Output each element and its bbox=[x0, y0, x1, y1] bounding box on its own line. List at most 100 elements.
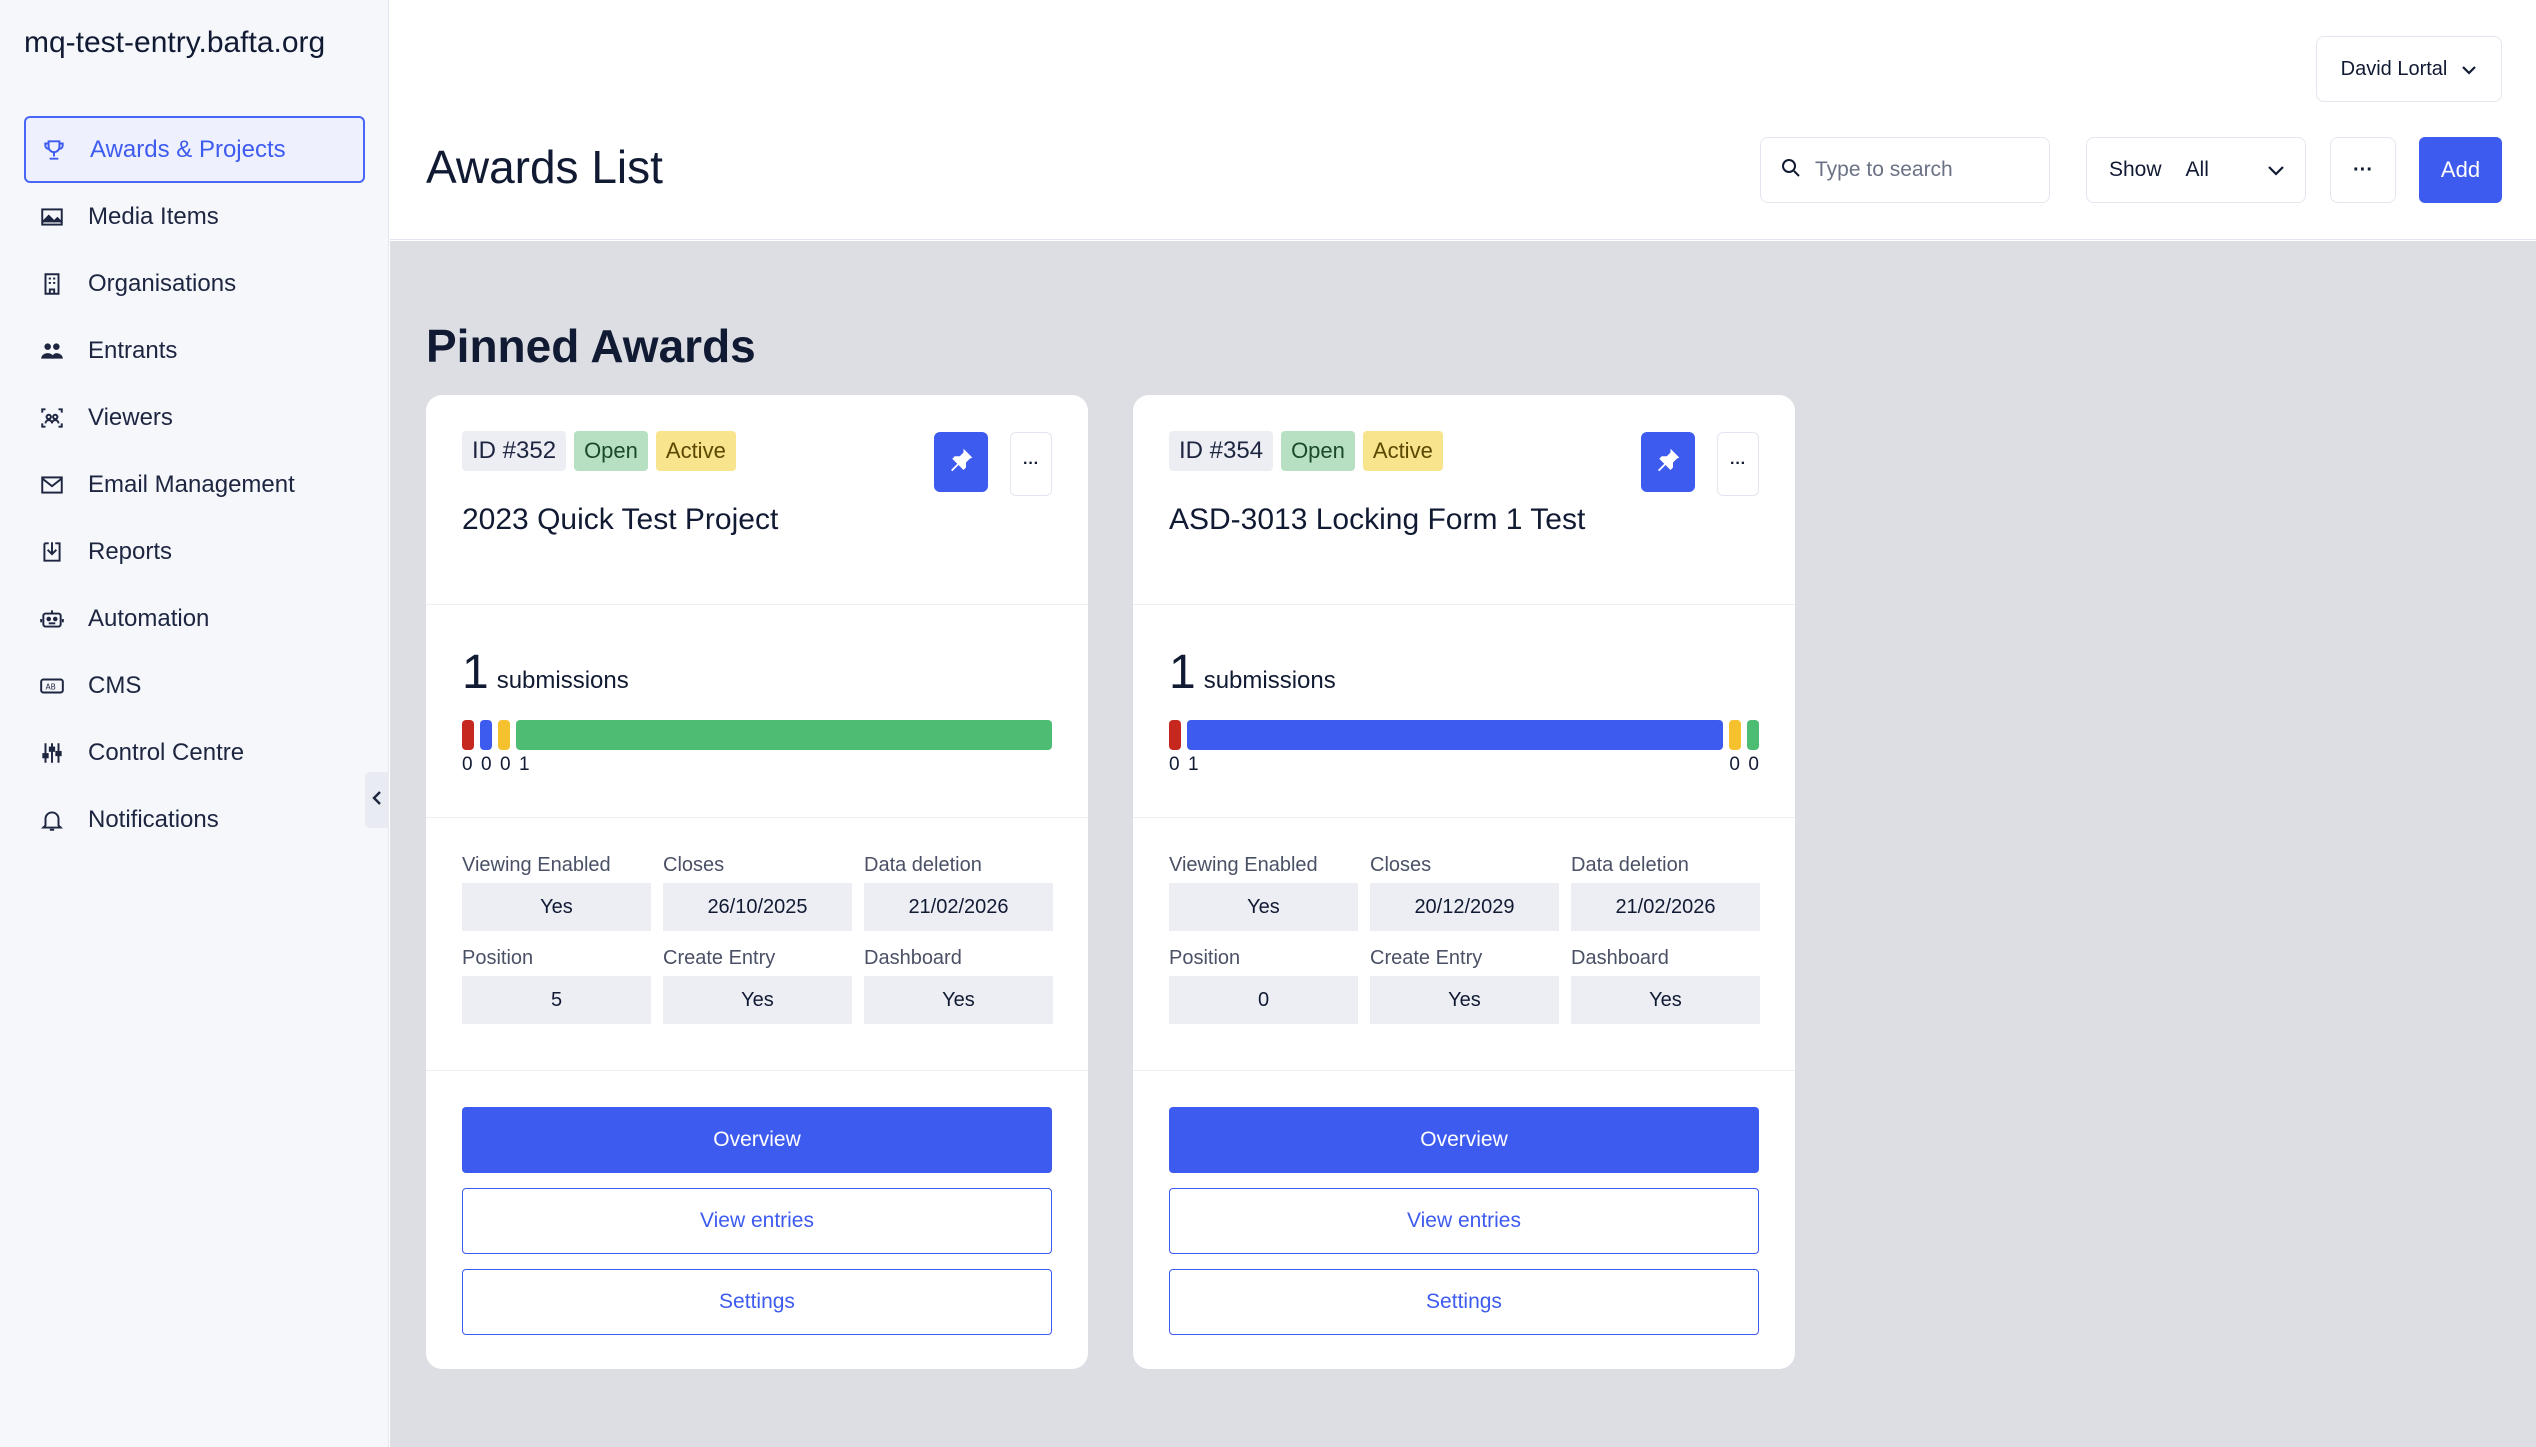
sidebar-item-label: Notifications bbox=[88, 805, 219, 833]
field-position: Position 0 bbox=[1169, 947, 1358, 1024]
field-dashboard: Dashboard Yes bbox=[864, 947, 1053, 1024]
sidebar-item-label: Control Centre bbox=[88, 738, 245, 766]
sidebar-item-organisations[interactable]: Organisations bbox=[24, 250, 365, 317]
sidebar-item-cms[interactable]: AB CMS bbox=[24, 652, 365, 719]
add-button[interactable]: Add bbox=[2419, 137, 2502, 203]
field-value: 26/10/2025 bbox=[663, 883, 852, 931]
submissions-label: submissions bbox=[496, 667, 629, 694]
submissions-count: 1 bbox=[462, 646, 489, 699]
field-viewing-enabled: Viewing Enabled Yes bbox=[462, 854, 651, 931]
field-value: Yes bbox=[462, 883, 651, 931]
sidebar-item-label: Reports bbox=[88, 537, 173, 565]
field-value: Yes bbox=[1169, 883, 1358, 931]
sidebar-item-media-items[interactable]: Media Items bbox=[24, 183, 365, 250]
view-entries-button[interactable]: View entries bbox=[462, 1188, 1052, 1254]
sidebar: mq-test-entry.bafta.org Awards & Project… bbox=[0, 0, 389, 1447]
sidebar-item-control-centre[interactable]: Control Centre bbox=[24, 719, 365, 786]
bar-label: 0 bbox=[1169, 754, 1180, 775]
status-badge-open: Open bbox=[1281, 431, 1355, 471]
svg-text:AB: AB bbox=[46, 682, 56, 691]
sidebar-item-email-management[interactable]: Email Management bbox=[24, 451, 365, 518]
sidebar-item-label: Email Management bbox=[88, 470, 295, 498]
show-value: All bbox=[2185, 158, 2209, 181]
pin-icon bbox=[946, 445, 976, 480]
bar-labels: 0 0 0 1 bbox=[462, 754, 1052, 778]
field-value: Yes bbox=[1370, 976, 1559, 1024]
bar-label: 1 bbox=[1188, 754, 1199, 775]
pin-button[interactable] bbox=[934, 432, 988, 492]
award-id-badge: ID #352 bbox=[462, 431, 567, 471]
sidebar-item-label: Awards & Projects bbox=[90, 135, 286, 163]
view-entries-button[interactable]: View entries bbox=[1169, 1188, 1759, 1254]
bar-segment-red bbox=[1169, 720, 1181, 750]
field-value: 21/02/2026 bbox=[864, 883, 1053, 931]
bar-segment-red bbox=[462, 720, 474, 750]
card-more-button[interactable]: ··· bbox=[1717, 432, 1759, 496]
search-input[interactable] bbox=[1815, 158, 2035, 182]
field-value: 0 bbox=[1169, 976, 1358, 1024]
pin-button[interactable] bbox=[1641, 432, 1695, 492]
field-dashboard: Dashboard Yes bbox=[1571, 947, 1760, 1024]
bar-segment-blue bbox=[480, 720, 492, 750]
user-name: David Lortal bbox=[2340, 57, 2448, 80]
status-badge-active: Active bbox=[655, 431, 736, 471]
chevron-left-icon bbox=[370, 789, 384, 812]
bar-label: 0 bbox=[481, 754, 492, 775]
search-icon bbox=[1781, 158, 1801, 183]
bar-label: 0 bbox=[1748, 754, 1759, 775]
overview-button[interactable]: Overview bbox=[462, 1107, 1052, 1173]
award-title: 2023 Quick Test Project bbox=[462, 503, 779, 536]
sidebar-item-notifications[interactable]: Notifications bbox=[24, 786, 365, 853]
field-label: Create Entry bbox=[1370, 947, 1483, 969]
bar-segment-yellow bbox=[1729, 720, 1741, 750]
main-content: Pinned Awards ID #352 Open Active ··· 20… bbox=[390, 241, 2536, 1447]
field-label: Position bbox=[1169, 947, 1241, 969]
bar-labels: 0 1 0 0 bbox=[1169, 754, 1759, 778]
award-card: ID #352 Open Active ··· 2023 Quick Test … bbox=[426, 395, 1088, 1369]
field-label: Dashboard bbox=[864, 947, 962, 969]
bar-segment-green bbox=[1747, 720, 1759, 750]
sidebar-item-automation[interactable]: Automation bbox=[24, 585, 365, 652]
building-icon bbox=[38, 270, 66, 298]
field-label: Closes bbox=[663, 854, 725, 876]
pin-icon bbox=[1653, 445, 1683, 480]
field-label: Closes bbox=[1370, 854, 1432, 876]
user-menu-button[interactable]: David Lortal bbox=[2316, 36, 2502, 102]
sidebar-item-viewers[interactable]: Viewers bbox=[24, 384, 365, 451]
submissions-status-bar bbox=[1169, 720, 1759, 750]
field-value: Yes bbox=[663, 976, 852, 1024]
field-label: Viewing Enabled bbox=[1169, 854, 1318, 876]
page-header: David Lortal Awards List Show All ··· Ad… bbox=[390, 0, 2536, 240]
bell-icon bbox=[38, 806, 66, 834]
robot-icon bbox=[38, 605, 66, 633]
award-title: ASD-3013 Locking Form 1 Test bbox=[1169, 503, 1586, 536]
status-badge-active: Active bbox=[1362, 431, 1443, 471]
image-icon bbox=[38, 203, 66, 231]
field-create-entry: Create Entry Yes bbox=[1370, 947, 1559, 1024]
sidebar-item-reports[interactable]: Reports bbox=[24, 518, 365, 585]
field-data-deletion: Data deletion 21/02/2026 bbox=[1571, 854, 1760, 931]
bar-label: 0 bbox=[500, 754, 511, 775]
field-value: Yes bbox=[1571, 976, 1760, 1024]
field-data-deletion: Data deletion 21/02/2026 bbox=[864, 854, 1053, 931]
overview-button[interactable]: Overview bbox=[1169, 1107, 1759, 1173]
sidebar-item-entrants[interactable]: Entrants bbox=[24, 317, 365, 384]
bar-label: 0 bbox=[462, 754, 473, 775]
card-more-button[interactable]: ··· bbox=[1010, 432, 1052, 496]
sidebar-item-label: Entrants bbox=[88, 336, 178, 364]
field-value: Yes bbox=[864, 976, 1053, 1024]
bar-label: 1 bbox=[519, 754, 530, 775]
more-options-button[interactable]: ··· bbox=[2330, 137, 2396, 203]
sidebar-item-label: CMS bbox=[88, 671, 142, 699]
field-value: 21/02/2026 bbox=[1571, 883, 1760, 931]
sidebar-item-awards-projects[interactable]: Awards & Projects bbox=[24, 116, 365, 183]
settings-button[interactable]: Settings bbox=[1169, 1269, 1759, 1335]
cms-icon: AB bbox=[38, 672, 66, 700]
show-filter-select[interactable]: Show All bbox=[2086, 137, 2306, 203]
section-title: Pinned Awards bbox=[426, 320, 756, 372]
field-value: 20/12/2029 bbox=[1370, 883, 1559, 931]
settings-button[interactable]: Settings bbox=[462, 1269, 1052, 1335]
search-box[interactable] bbox=[1760, 137, 2050, 203]
submissions-label: submissions bbox=[1203, 667, 1336, 694]
sidebar-collapse-button[interactable] bbox=[365, 772, 389, 828]
